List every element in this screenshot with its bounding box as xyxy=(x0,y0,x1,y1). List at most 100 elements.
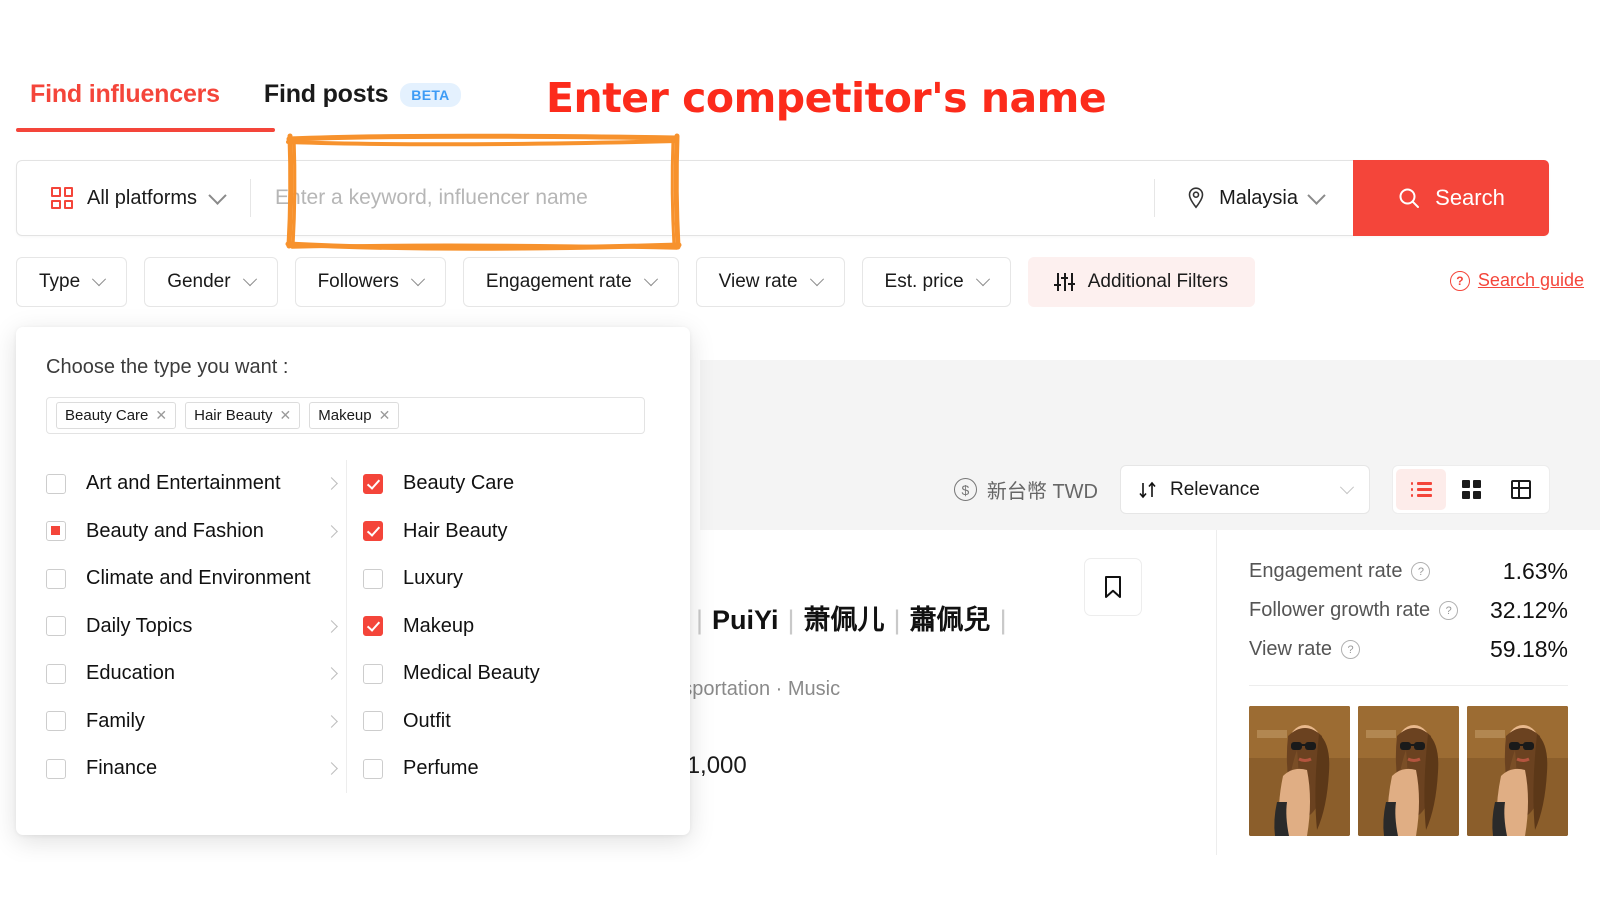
filter-est-price[interactable]: Est. price xyxy=(861,257,1011,307)
subcategory-label: Medical Beauty xyxy=(403,662,540,685)
sort-select[interactable]: Relevance xyxy=(1120,465,1370,514)
checkbox[interactable] xyxy=(46,711,66,732)
tab-find-posts[interactable]: Find posts BETA xyxy=(250,80,491,125)
influencer-name-part: 萧佩儿 xyxy=(803,605,885,635)
country-selector[interactable]: Malaysia xyxy=(1155,161,1353,235)
thumbnail-image xyxy=(1358,706,1459,836)
category-item-art-and-entertainment[interactable]: Art and Entertainment xyxy=(46,460,346,508)
search-button[interactable]: Search xyxy=(1353,160,1549,236)
category-item-climate-and-environment[interactable]: Climate and Environment xyxy=(46,555,346,603)
metric-label-wrap: Follower growth rate ? xyxy=(1249,599,1459,622)
filter-view-rate[interactable]: View rate xyxy=(695,257,845,307)
metric-label: Engagement rate xyxy=(1249,560,1403,582)
metric-label-wrap: View rate ? xyxy=(1249,638,1361,661)
divider xyxy=(1249,685,1568,686)
chevron-down-icon xyxy=(242,272,257,287)
checkbox[interactable] xyxy=(363,758,383,779)
post-thumbnail[interactable] xyxy=(1358,706,1459,836)
chevron-right-icon xyxy=(325,714,338,728)
help-icon[interactable]: ? xyxy=(1439,601,1459,620)
checkbox[interactable] xyxy=(363,568,383,589)
name-separator: | xyxy=(893,605,901,635)
filter-followers[interactable]: Followers xyxy=(294,257,446,307)
filter-label: Type xyxy=(39,271,81,292)
filter-label: Est. price xyxy=(884,271,964,292)
metric-row: View rate ? 59.18% xyxy=(1249,636,1568,663)
chevron-down-icon xyxy=(208,185,227,205)
close-icon[interactable]: ✕ xyxy=(379,407,391,424)
category-column-subcategory: Beauty Care Hair Beauty Luxury Makeup Me… xyxy=(346,460,646,793)
checkbox[interactable] xyxy=(46,521,66,542)
help-icon[interactable]: ? xyxy=(1341,640,1361,659)
search-icon xyxy=(1399,188,1420,208)
subcategory-item-beauty-care[interactable]: Beauty Care xyxy=(363,460,646,508)
close-icon[interactable]: ✕ xyxy=(280,407,292,424)
type-chip[interactable]: Beauty Care ✕ xyxy=(56,402,177,429)
chevron-right-icon xyxy=(325,524,338,538)
subcategory-item-makeup[interactable]: Makeup xyxy=(363,603,646,651)
post-thumbnail[interactable] xyxy=(1249,706,1350,836)
name-separator: | xyxy=(999,605,1007,635)
category-item-daily-topics[interactable]: Daily Topics xyxy=(46,603,346,651)
type-chip[interactable]: Hair Beauty ✕ xyxy=(185,402,301,429)
subcategory-item-outfit[interactable]: Outfit xyxy=(363,698,646,746)
results-toolbar-controls: $ 新台幣 TWD Relevance xyxy=(953,465,1550,514)
checkbox[interactable] xyxy=(46,568,66,589)
metric-row: Engagement rate ? 1.63% xyxy=(1249,558,1568,585)
category-item-family[interactable]: Family xyxy=(46,698,346,746)
category-item-beauty-and-fashion[interactable]: Beauty and Fashion xyxy=(46,508,346,556)
currency-indicator[interactable]: $ 新台幣 TWD xyxy=(953,475,1098,504)
subcategory-item-hair-beauty[interactable]: Hair Beauty xyxy=(363,508,646,556)
type-chip[interactable]: Makeup ✕ xyxy=(309,402,400,429)
tab-find-influencers[interactable]: Find influencers xyxy=(16,80,250,125)
checkbox[interactable] xyxy=(363,616,383,637)
help-icon[interactable]: ? xyxy=(1411,562,1431,581)
view-mode-list[interactable] xyxy=(1396,469,1446,510)
subcategory-item-medical-beauty[interactable]: Medical Beauty xyxy=(363,650,646,698)
chevron-down-icon xyxy=(1339,479,1355,494)
view-mode-grid[interactable] xyxy=(1446,469,1496,510)
view-mode-table[interactable] xyxy=(1496,469,1546,510)
influencer-card[interactable]: 糖|PuiYi|萧佩儿|蕭佩兒| ansportation · Music 18… xyxy=(660,530,1600,855)
additional-filters-label: Additional Filters xyxy=(1087,271,1229,292)
subcategory-item-perfume[interactable]: Perfume xyxy=(363,745,646,793)
category-label: Family xyxy=(86,709,145,732)
close-icon[interactable]: ✕ xyxy=(155,407,167,424)
checkbox[interactable] xyxy=(46,616,66,637)
type-chip-label: Hair Beauty xyxy=(194,407,273,424)
search-button-label: Search xyxy=(1435,185,1505,210)
search-guide-link[interactable]: ? Search guide xyxy=(1449,270,1584,291)
category-label: Art and Entertainment xyxy=(86,472,281,495)
active-tab-indicator xyxy=(16,128,275,132)
platform-selector[interactable]: All platforms xyxy=(17,161,250,235)
checkbox[interactable] xyxy=(363,663,383,684)
platform-label: All platforms xyxy=(87,186,198,209)
annotation-text: Enter competitor's name xyxy=(546,74,1107,122)
selected-types-box[interactable]: Beauty Care ✕ Hair Beauty ✕ Makeup ✕ xyxy=(46,397,645,434)
chevron-down-icon xyxy=(975,272,990,287)
checkbox[interactable] xyxy=(363,521,383,542)
checkbox[interactable] xyxy=(46,663,66,684)
thumbnail-image xyxy=(1467,706,1568,836)
bookmark-button[interactable] xyxy=(1084,558,1142,616)
checkbox[interactable] xyxy=(46,758,66,779)
checkbox[interactable] xyxy=(363,473,383,494)
grid-icon xyxy=(51,187,73,209)
category-item-education[interactable]: Education xyxy=(46,650,346,698)
filter-type[interactable]: Type xyxy=(16,257,128,307)
additional-filters-button[interactable]: Additional Filters xyxy=(1027,257,1256,307)
filter-label: View rate xyxy=(718,271,798,292)
checkbox[interactable] xyxy=(46,473,66,494)
chevron-down-icon xyxy=(92,272,107,287)
subcategory-item-luxury[interactable]: Luxury xyxy=(363,555,646,603)
category-item-finance[interactable]: Finance xyxy=(46,745,346,793)
filter-gender[interactable]: Gender xyxy=(144,257,278,307)
search-input[interactable] xyxy=(273,185,1155,211)
question-mark-icon: ? xyxy=(1449,270,1470,291)
subcategory-label: Outfit xyxy=(403,709,451,732)
filter-engagement-rate[interactable]: Engagement rate xyxy=(462,257,679,307)
table-view-icon xyxy=(1511,480,1531,499)
checkbox[interactable] xyxy=(363,711,383,732)
post-thumbnail[interactable] xyxy=(1467,706,1568,836)
thumbnail-image xyxy=(1249,706,1350,836)
